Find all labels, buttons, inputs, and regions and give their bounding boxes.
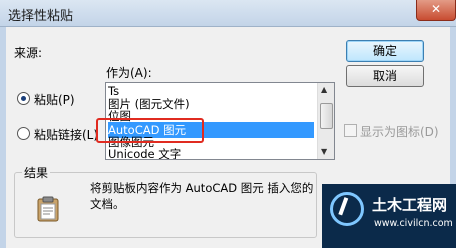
list-scrollbar[interactable]: ▲ ▼ [317, 83, 334, 159]
paste-link-radio[interactable] [17, 127, 30, 140]
list-item[interactable]: Unicode 文字 [108, 146, 314, 159]
display-as-icon-label: 显示为图标(D) [360, 125, 439, 139]
watermark-url: www.civilcn.com [374, 218, 453, 229]
result-text-line1: 将剪贴板内容作为 AutoCAD 图元 插入您的 [90, 181, 314, 195]
clipboard-icon [37, 196, 59, 222]
result-label: 结果 [22, 164, 51, 181]
scroll-up-icon[interactable]: ▲ [321, 85, 327, 94]
watermark: 土木工程网 www.civilcn.com [322, 184, 456, 248]
highlight-annotation [96, 118, 204, 143]
paste-link-radio-label[interactable]: 粘贴链接(L) [34, 126, 98, 143]
source-label: 来源: [14, 46, 43, 60]
display-as-icon-checkbox[interactable] [344, 124, 357, 137]
paste-as-label: 作为(A): [106, 66, 152, 80]
scroll-down-icon[interactable]: ▼ [321, 147, 327, 156]
title-bar[interactable]: 选择性粘贴 ✕ [0, 0, 456, 27]
result-text-line2: 文档。 [90, 197, 125, 211]
watermark-title: 土木工程网 [372, 196, 448, 214]
watermark-logo-icon [330, 192, 364, 226]
ok-button[interactable]: 确定 [346, 40, 424, 62]
paste-radio[interactable] [17, 92, 30, 105]
cancel-button[interactable]: 取消 [346, 65, 424, 87]
scroll-thumb[interactable] [320, 103, 333, 129]
close-icon[interactable]: ✕ [416, 0, 456, 21]
paste-radio-label[interactable]: 粘贴(P) [34, 91, 75, 108]
window-title: 选择性粘贴 [8, 9, 74, 24]
